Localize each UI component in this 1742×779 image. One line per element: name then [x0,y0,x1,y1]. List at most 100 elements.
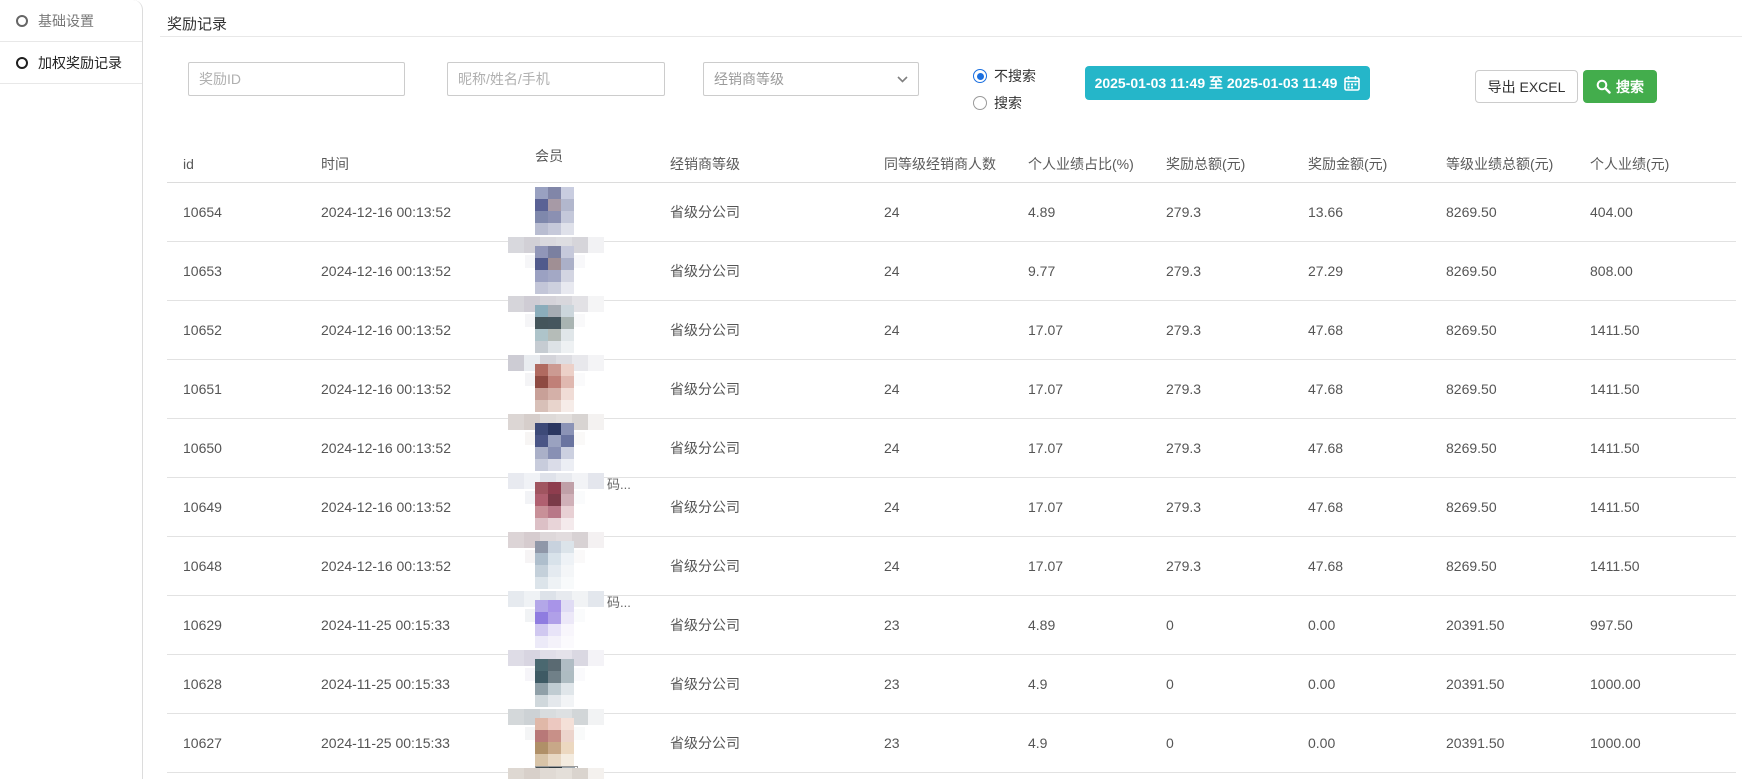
cell-personal-ratio: 17.07 [1028,558,1166,574]
radio-search[interactable]: 搜索 [973,93,1036,113]
cell-peer-dealer-count: 24 [884,558,1028,574]
search-mode-radio-group: 不搜索 搜索 [973,66,1036,120]
cell-personal-ratio: 4.89 [1028,617,1166,633]
sidebar-item-weighted-reward-records[interactable]: 加权奖励记录 [0,42,142,84]
title-divider [160,36,1742,37]
radio-no-search-label: 不搜索 [994,66,1036,86]
column-header: 会员 [535,146,670,182]
cell-reward-amount: 0.00 [1308,735,1446,751]
cell-member [535,655,670,713]
cell-level-total: 8269.50 [1446,499,1590,515]
cell-peer-dealer-count: 23 [884,617,1028,633]
cell-peer-dealer-count: 24 [884,381,1028,397]
member-avatar-blur [535,423,574,471]
cell-personal-ratio: 17.07 [1028,381,1166,397]
cell-dealer-level: 省级分公司 [670,497,884,517]
cell-time: 2024-12-16 00:13:52 [321,263,535,279]
cell-time: 2024-11-25 00:15:33 [321,735,535,751]
cell-personal-performance: 997.50 [1590,617,1736,633]
table-row: 10652 2024-12-16 00:13:52 省级分公司 24 17.07… [167,301,1736,360]
cell-id: 10648 [167,558,321,574]
cell-personal-performance: 1411.50 [1590,558,1736,574]
table-row: 10627 2024-11-25 00:15:33 省级分公司 23 4.9 0… [167,714,1736,773]
cell-personal-performance: 1411.50 [1590,381,1736,397]
table-row: 10654 2024-12-16 00:13:52 省级分公司 24 4.89 … [167,183,1736,242]
column-header: 个人业绩(元) [1590,154,1736,174]
radio-selected-icon [973,69,987,83]
member-name-blur [508,768,604,779]
cell-member [535,714,670,772]
cell-personal-performance: 1411.50 [1590,499,1736,515]
calendar-icon [1344,75,1360,91]
cell-personal-performance: 808.00 [1590,263,1736,279]
cell-id: 10654 [167,204,321,220]
cell-member [535,360,670,418]
app: 基础设置 加权奖励记录 奖励记录 经销商等级 不搜索 搜索 2025-0 [0,0,1742,779]
cell-peer-dealer-count: 24 [884,322,1028,338]
chevron-down-icon [897,76,908,83]
cell-level-total: 20391.50 [1446,676,1590,692]
circle-icon [16,57,28,69]
search-button[interactable]: 搜索 [1583,70,1657,103]
cell-level-total: 8269.50 [1446,204,1590,220]
cell-time: 2024-12-16 00:13:52 [321,381,535,397]
column-header: id [167,156,321,172]
sidebar-item-label: 基础设置 [38,11,94,31]
search-button-label: 搜索 [1616,77,1644,97]
cell-level-total: 8269.50 [1446,558,1590,574]
table-body: 10654 2024-12-16 00:13:52 省级分公司 24 4.89 … [167,183,1736,773]
column-header: 时间 [321,154,535,174]
cell-peer-dealer-count: 24 [884,440,1028,456]
sidebar-item-basic-settings[interactable]: 基础设置 [0,0,142,42]
column-header: 同等级经销商人数 [884,154,1028,174]
cell-level-total: 20391.50 [1446,617,1590,633]
cell-reward-total: 0 [1166,617,1308,633]
table-row: 10628 2024-11-25 00:15:33 省级分公司 23 4.9 0… [167,655,1736,714]
cell-id: 10650 [167,440,321,456]
cell-member [535,301,670,359]
cell-reward-total: 0 [1166,676,1308,692]
radio-search-label: 搜索 [994,93,1022,113]
cell-member [535,596,670,654]
cell-time: 2024-12-16 00:13:52 [321,204,535,220]
dealer-level-select-value: 经销商等级 [714,69,784,89]
reward-id-input[interactable] [188,62,405,96]
cell-id: 10653 [167,263,321,279]
cell-id: 10628 [167,676,321,692]
cell-id: 10649 [167,499,321,515]
cell-dealer-level: 省级分公司 [670,733,884,753]
search-icon [1596,79,1611,94]
cell-dealer-level: 省级分公司 [670,261,884,281]
cell-time: 2024-12-16 00:13:52 [321,440,535,456]
dealer-level-select[interactable]: 经销商等级 [703,62,919,96]
cell-personal-ratio: 4.89 [1028,204,1166,220]
cell-peer-dealer-count: 24 [884,263,1028,279]
column-header: 奖励金额(元) [1308,154,1446,174]
cell-personal-ratio: 9.77 [1028,263,1166,279]
cell-reward-total: 279.3 [1166,263,1308,279]
date-range-button[interactable]: 2025-01-03 11:49 至 2025-01-03 11:49 [1085,66,1370,100]
page-title: 奖励记录 [167,13,227,34]
cell-peer-dealer-count: 24 [884,204,1028,220]
cell-level-total: 20391.50 [1446,735,1590,751]
cell-dealer-level: 省级分公司 [670,379,884,399]
main-content: 奖励记录 经销商等级 不搜索 搜索 2025-01-03 11:49 至 202… [143,0,1742,779]
cell-member [535,183,670,241]
export-excel-button[interactable]: 导出 EXCEL [1475,70,1578,103]
cell-level-total: 8269.50 [1446,263,1590,279]
member-avatar-blur [535,659,574,707]
cell-member [535,242,670,300]
cell-personal-ratio: 4.9 [1028,735,1166,751]
member-avatar-blur [535,718,574,766]
radio-no-search[interactable]: 不搜索 [973,66,1036,86]
cell-reward-amount: 47.68 [1308,499,1446,515]
sidebar: 基础设置 加权奖励记录 [0,0,143,779]
cell-dealer-level: 省级分公司 [670,320,884,340]
cell-time: 2024-11-25 00:15:33 [321,617,535,633]
column-header: 个人业绩占比(%) [1028,154,1166,174]
column-header: 奖励总额(元) [1166,154,1308,174]
column-header: 等级业绩总额(元) [1446,154,1590,174]
table-row: 10650 2024-12-16 00:13:52 码... 省级分公司 24 … [167,419,1736,478]
cell-member [535,478,670,536]
nickname-name-phone-input[interactable] [447,62,665,96]
